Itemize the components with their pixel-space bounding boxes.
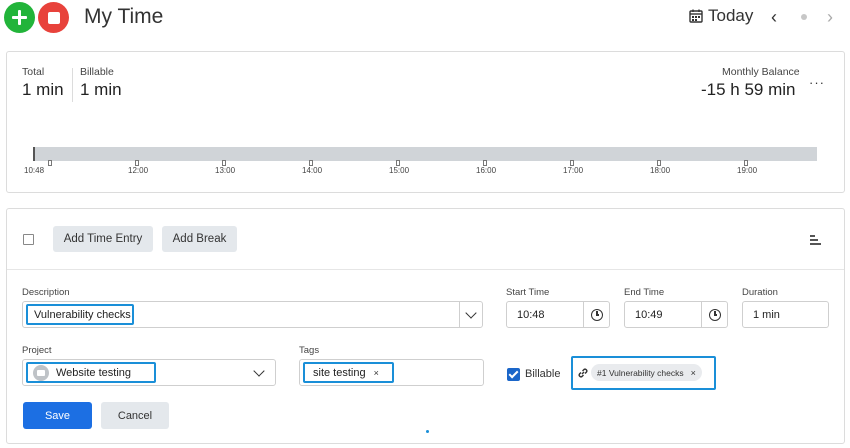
timeline-tick-label: 19:00	[737, 166, 758, 175]
chevron-right-icon[interactable]: ›	[827, 7, 833, 28]
select-all-checkbox[interactable]	[23, 234, 34, 245]
linked-item-label: #1 Vulnerability checks	[597, 367, 684, 378]
description-field[interactable]: Vulnerability checks	[22, 301, 483, 328]
more-icon[interactable]: ···	[809, 75, 825, 90]
tags-field[interactable]: site testing ×	[299, 359, 484, 386]
timeline-tick-label: 15:00	[389, 166, 410, 175]
duration-field[interactable]: 1 min	[742, 301, 829, 328]
monthly-balance-value: -15 h 59 min	[701, 80, 796, 99]
billable-label: Billable	[80, 66, 114, 78]
tag-chip[interactable]: site testing ×	[303, 362, 394, 383]
save-button[interactable]: Save	[23, 402, 92, 429]
timeline-tick-label: 17:00	[563, 166, 584, 175]
timeline-tick-label: 13:00	[215, 166, 236, 175]
timeline-bar	[33, 147, 817, 161]
end-time-field[interactable]: 10:49	[624, 301, 728, 328]
clock-icon[interactable]	[709, 309, 721, 321]
timeline-tick-label: 18:00	[650, 166, 671, 175]
start-time-value: 10:48	[517, 309, 545, 321]
header: My Time Today ‹ ›	[0, 0, 850, 40]
stat-divider	[72, 68, 73, 102]
billable-value: 1 min	[80, 80, 122, 99]
timeline-tick-label: 10:48	[24, 166, 45, 175]
tag-label: site testing	[313, 366, 366, 379]
billable-label: Billable	[525, 368, 561, 380]
page-title: My Time	[84, 5, 164, 28]
stop-button[interactable]	[38, 2, 69, 33]
chevron-down-icon[interactable]	[253, 365, 265, 377]
billable-checkbox[interactable]	[507, 368, 520, 381]
add-button[interactable]	[4, 2, 35, 33]
timeline-tick-label: 12:00	[128, 166, 149, 175]
total-label: Total	[22, 66, 45, 78]
today-button[interactable]: Today	[689, 6, 753, 26]
sort-icon[interactable]	[810, 235, 822, 245]
start-time-label: Start Time	[506, 287, 550, 298]
close-icon[interactable]: ×	[691, 368, 696, 378]
description-value[interactable]: Vulnerability checks	[26, 304, 134, 325]
tags-label: Tags	[299, 345, 320, 356]
total-value: 1 min	[22, 80, 64, 99]
chevron-down-icon[interactable]	[465, 307, 477, 319]
duration-value: 1 min	[753, 309, 780, 321]
project-label: Project	[22, 345, 52, 356]
duration-label: Duration	[742, 287, 778, 298]
folder-icon	[33, 365, 49, 381]
chevron-left-icon[interactable]: ‹	[771, 7, 777, 28]
close-icon[interactable]: ×	[374, 368, 379, 378]
loading-indicator	[426, 430, 429, 433]
today-label: Today	[708, 6, 754, 25]
linked-item-chip[interactable]: #1 Vulnerability checks ×	[591, 364, 702, 381]
add-time-entry-button[interactable]: Add Time Entry	[53, 226, 153, 252]
time-entries-card: Add Time Entry Add Break Description Vul…	[6, 208, 845, 444]
current-day-dot[interactable]	[801, 14, 807, 20]
linked-item-field[interactable]: #1 Vulnerability checks ×	[571, 356, 716, 390]
stop-icon	[47, 11, 60, 24]
monthly-balance-label: Monthly Balance	[722, 66, 800, 78]
clock-icon[interactable]	[591, 309, 603, 321]
add-break-button[interactable]: Add Break	[162, 226, 237, 252]
link-icon	[578, 368, 588, 378]
time-entry-form: Description Vulnerability checks Start T…	[7, 269, 844, 443]
summary-card: Total 1 min Billable 1 min Monthly Balan…	[6, 51, 845, 193]
timeline-tick-label: 14:00	[302, 166, 323, 175]
cancel-button[interactable]: Cancel	[101, 402, 169, 429]
calendar-icon	[689, 9, 703, 23]
end-time-value: 10:49	[635, 309, 663, 321]
timeline-entry-marker[interactable]	[33, 147, 35, 161]
end-time-label: End Time	[624, 287, 665, 298]
timeline-tick	[48, 160, 52, 166]
project-field[interactable]: Website testing	[22, 359, 276, 386]
description-label: Description	[22, 287, 70, 298]
timeline-tick-label: 16:00	[476, 166, 497, 175]
start-time-field[interactable]: 10:48	[506, 301, 610, 328]
